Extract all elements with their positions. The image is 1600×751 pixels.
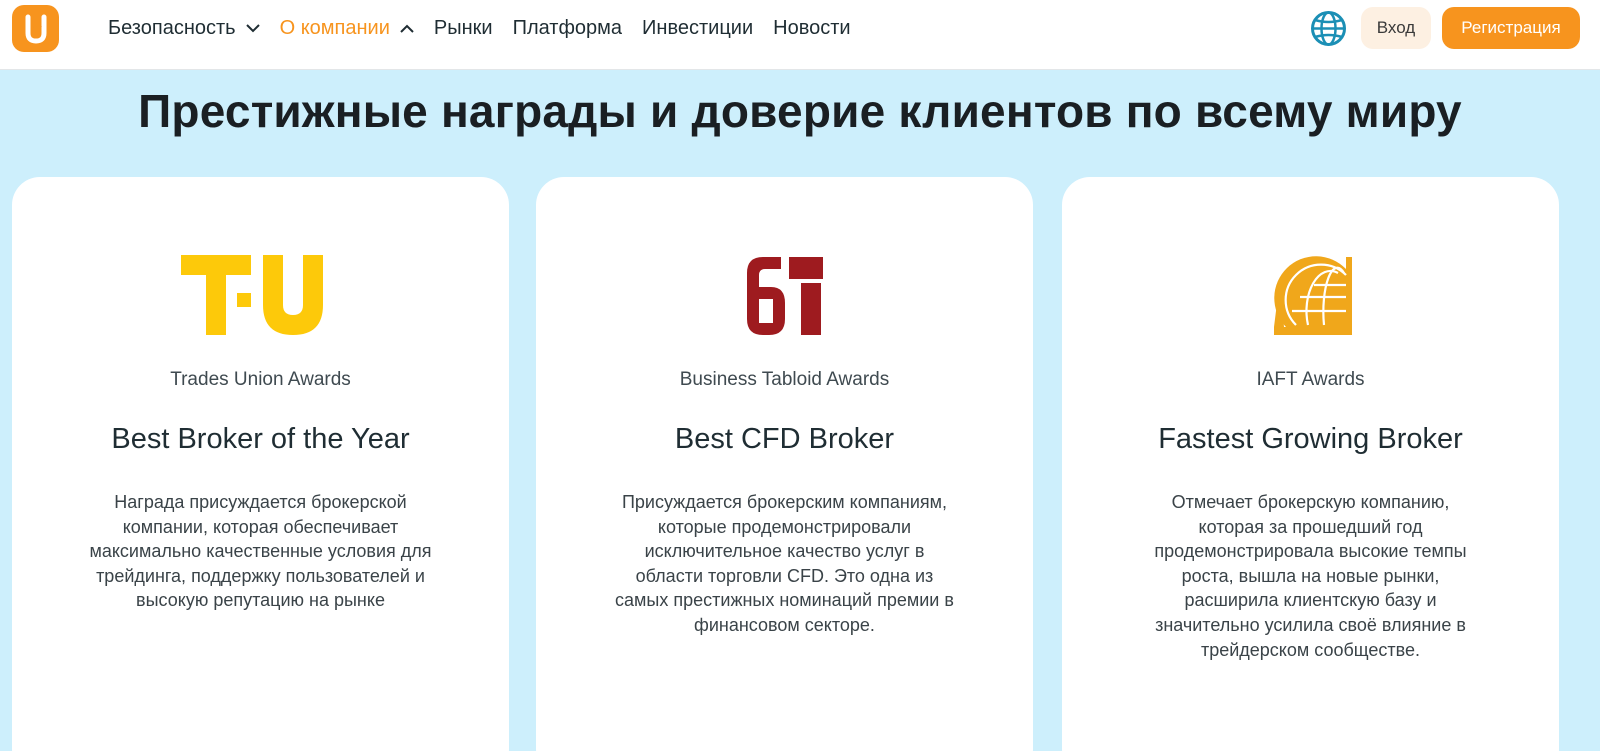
award-org-name: Trades Union Awards	[170, 369, 351, 390]
award-title: Best Broker of the Year	[111, 423, 410, 455]
brand-logo-icon	[25, 14, 46, 44]
award-description: Присуждается брокерским компаниям, котор…	[615, 492, 954, 635]
nav-item-label: Новости	[773, 16, 851, 39]
award-org-name: Business Tabloid Awards	[679, 369, 890, 390]
nav-item-platform[interactable]: Платформа	[513, 17, 622, 40]
nav-item-about[interactable]: О компании	[280, 17, 414, 40]
nav-item-investments[interactable]: Инвестиции	[642, 17, 753, 40]
award-card-trades-union: Trades Union Awards Best Broker of the Y…	[12, 177, 509, 751]
trades-union-logo	[12, 255, 509, 341]
award-description: Награда присуждается брокерской компании…	[89, 492, 432, 611]
nav-item-markets[interactable]: Рынки	[434, 17, 493, 40]
chevron-up-icon	[400, 24, 414, 33]
language-globe-icon[interactable]	[1310, 10, 1347, 47]
nav-item-security[interactable]: Безопасность	[108, 17, 260, 40]
login-button[interactable]: Вход	[1361, 7, 1431, 49]
iaft-globe-logo	[1062, 255, 1559, 341]
award-card-business-tabloid: Business Tabloid Awards Best CFD Broker …	[536, 177, 1033, 751]
award-description: Отмечает брокерскую компанию, которая за…	[1154, 492, 1467, 660]
main-nav: Безопасность О компании Рынки Платформа …	[108, 0, 871, 56]
award-title: Fastest Growing Broker	[1158, 423, 1463, 455]
brand-logo[interactable]	[12, 5, 59, 52]
award-title: Best CFD Broker	[674, 423, 895, 455]
award-org-name: IAFT Awards	[1256, 369, 1365, 390]
nav-item-label: Инвестиции	[642, 16, 754, 39]
register-button[interactable]: Регистрация	[1442, 7, 1580, 49]
nav-item-news[interactable]: Новости	[773, 17, 850, 40]
awards-headline: Престижные награды и доверие клиентов по…	[138, 85, 1462, 137]
business-tabloid-logo	[536, 255, 1033, 341]
top-navbar: Безопасность О компании Рынки Платформа …	[0, 0, 1600, 70]
award-card-iaft: IAFT Awards Fastest Growing Broker Отмеч…	[1062, 177, 1559, 751]
nav-item-label: Безопасность	[108, 16, 236, 39]
nav-item-label: Рынки	[433, 16, 493, 39]
nav-item-label: О компании	[279, 16, 390, 39]
chevron-down-icon	[245, 23, 260, 33]
nav-item-label: Платформа	[512, 16, 623, 39]
